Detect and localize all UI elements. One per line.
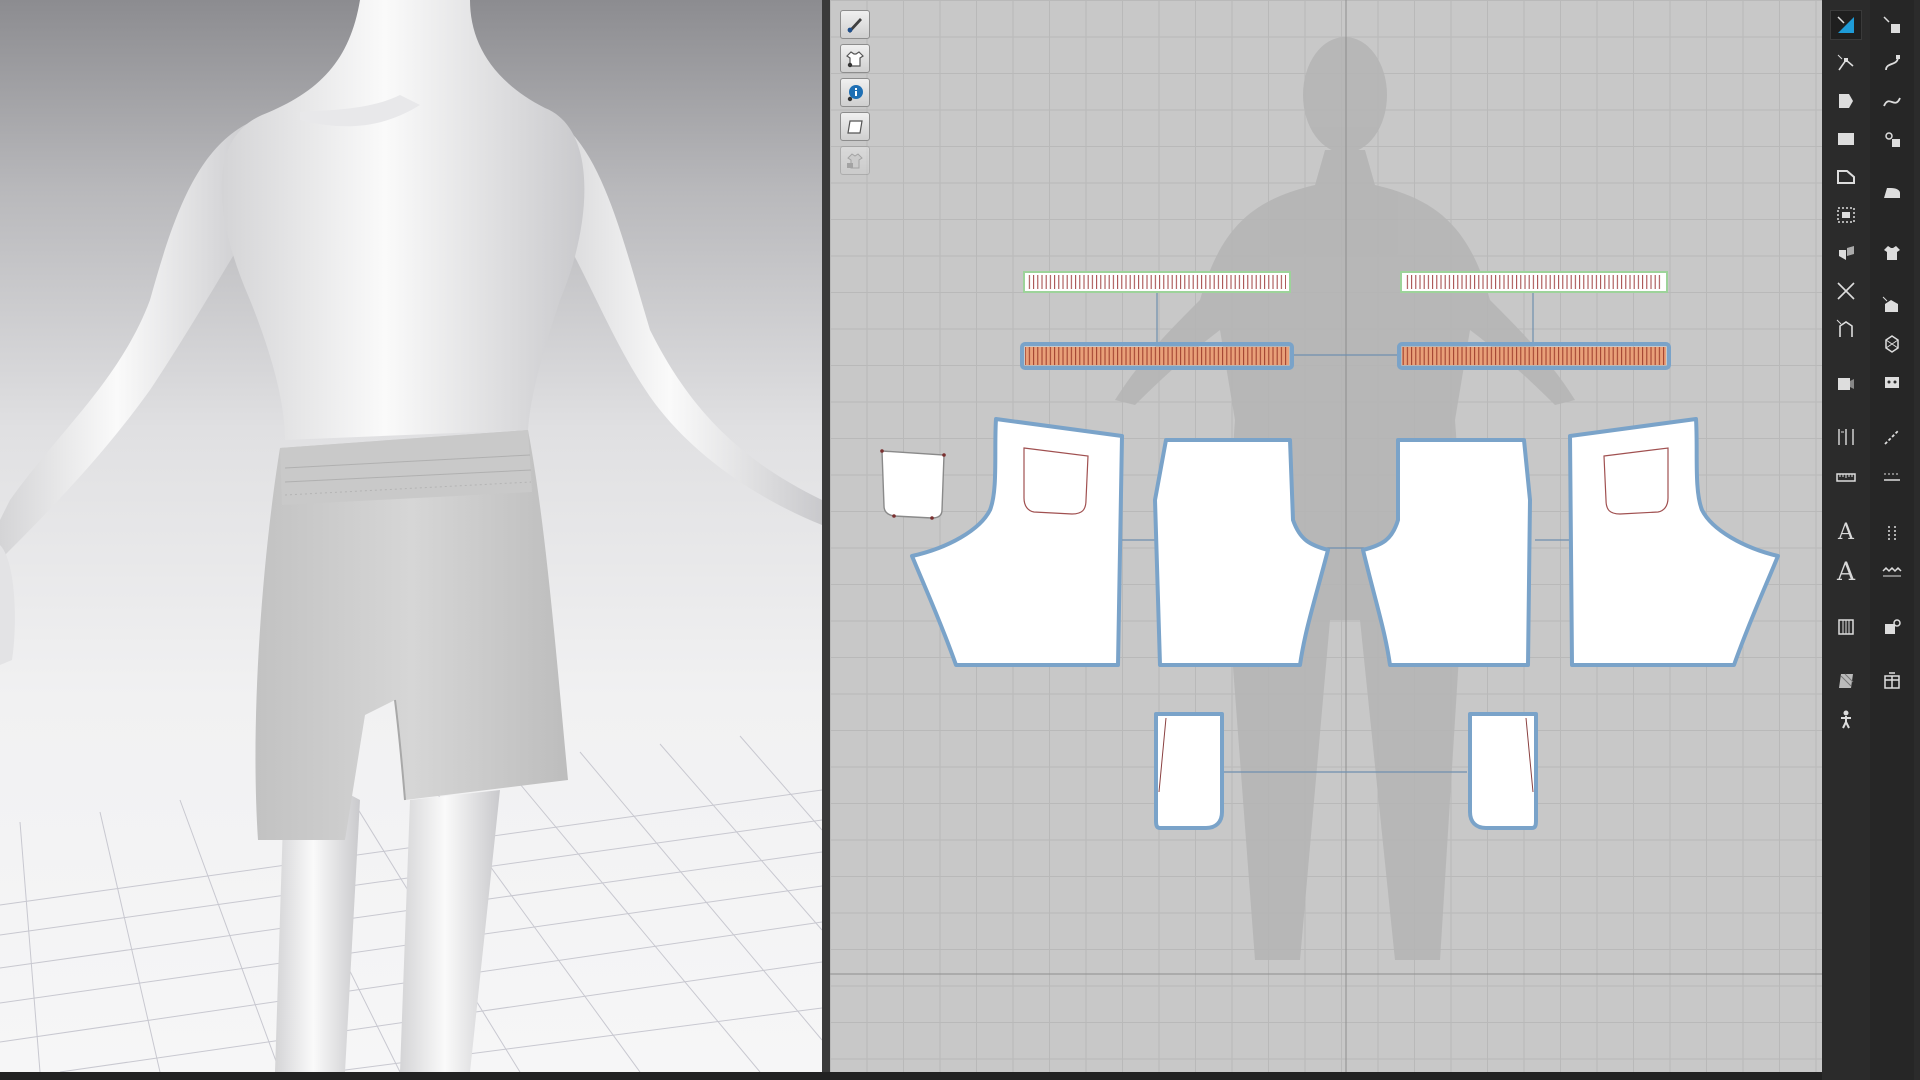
trim-icon [1884, 672, 1900, 689]
topstitch-tool[interactable] [1876, 422, 1908, 452]
waistband-binding-left [1023, 271, 1291, 293]
zigzag-tool[interactable] [1876, 556, 1908, 586]
avatar-left-arm [545, 112, 822, 525]
show-garment-icon [846, 50, 864, 67]
free-sewing-tool[interactable] [1876, 48, 1908, 78]
avatar-torso [221, 0, 585, 440]
measure-tool[interactable] [1830, 422, 1862, 452]
pattern-pocket-patch [881, 450, 945, 519]
steam-iron-icon [1884, 188, 1900, 198]
rectangle-tool[interactable] [1830, 124, 1862, 154]
text-icon: A [1836, 556, 1856, 586]
select-pattern-icon [1837, 16, 1854, 33]
waistband-left [1020, 342, 1294, 370]
pattern-pocket-bag-left [1154, 712, 1224, 830]
lock-garment-icon [847, 152, 863, 168]
internal-rectangle-tool[interactable] [1830, 200, 1862, 230]
trim-tool[interactable] [1876, 666, 1908, 696]
shorts-waistband [280, 430, 532, 505]
fabric-tool[interactable] [1830, 666, 1862, 696]
fold-arrange-icon [1839, 246, 1854, 260]
ruler-tool[interactable] [1830, 462, 1862, 492]
material-icon [1885, 619, 1901, 634]
sheet-button[interactable] [840, 112, 870, 141]
tack-icon [1885, 132, 1900, 147]
elastic-tool[interactable] [1830, 612, 1862, 642]
2d-window-toolbar [840, 10, 874, 175]
cut-tool[interactable] [1830, 276, 1862, 306]
window-splitter[interactable] [822, 0, 830, 1080]
info-icon [847, 84, 863, 101]
internal-rectangle-icon [1837, 207, 1855, 223]
polygon-tool[interactable] [1830, 162, 1862, 192]
status-bar [0, 1072, 1822, 1080]
grading-icon [1888, 526, 1896, 540]
sheet-icon [847, 119, 863, 134]
pattern-back-right [1568, 417, 1780, 667]
buttonhole-icon [1885, 377, 1899, 388]
elastic-icon [1838, 619, 1854, 635]
tool-palette-secondary [1870, 0, 1914, 1080]
tool-palette: A A [1822, 0, 1920, 1080]
avatar-right-arm [0, 118, 260, 560]
text-annotation-icon: A [1838, 520, 1854, 545]
stitch-length-icon [1884, 473, 1900, 481]
button-tool[interactable] [1876, 328, 1908, 358]
2d-pattern-window[interactable] [830, 0, 1822, 1072]
show-garment-button[interactable] [840, 44, 870, 73]
curve-tool[interactable] [1876, 86, 1908, 116]
dart-icon [1836, 319, 1853, 337]
transform-pattern-icon [1839, 94, 1853, 108]
fold-arrange-tool[interactable] [1830, 238, 1862, 268]
avatar-pose-tool[interactable] [1830, 704, 1862, 734]
text-annotation-tool[interactable]: A [1830, 518, 1862, 548]
cut-icon [1837, 282, 1855, 300]
edit-pattern-icon [1837, 54, 1854, 71]
zipper-tool[interactable] [1830, 368, 1862, 398]
show-avatar-icon [847, 17, 862, 33]
steam-iron-tool[interactable] [1876, 178, 1908, 208]
edit-pattern-tool[interactable] [1830, 48, 1862, 78]
lock-garment-button[interactable] [840, 146, 870, 175]
show-avatar-button[interactable] [840, 10, 870, 39]
measure-icon [1838, 429, 1854, 445]
tool-palette-primary: A A [1824, 0, 1868, 1080]
stitch-length-tool[interactable] [1876, 462, 1908, 492]
curve-icon [1883, 97, 1901, 107]
zipper-icon [1838, 378, 1854, 390]
avatar-pose-icon [1841, 710, 1851, 729]
buttonhole-tool[interactable] [1876, 366, 1908, 396]
puckering-tool[interactable] [1876, 290, 1908, 320]
grading-tool[interactable] [1876, 518, 1908, 548]
waistband-right [1397, 342, 1671, 370]
text-tool[interactable]: A [1830, 556, 1862, 586]
3d-window[interactable] [0, 0, 822, 1072]
zigzag-icon [1882, 566, 1902, 577]
tack-tool[interactable] [1876, 124, 1908, 154]
pattern-pocket-bag-right [1468, 712, 1538, 830]
fabric-icon [1839, 673, 1854, 688]
free-sewing-icon [1885, 55, 1900, 71]
2d-pattern-canvas [830, 0, 1822, 1072]
waistband-binding-right [1400, 271, 1668, 293]
garment-tool[interactable] [1876, 238, 1908, 268]
puckering-icon [1882, 296, 1898, 312]
garment-icon [1884, 246, 1900, 260]
topstitch-icon [1884, 429, 1900, 445]
segment-sewing-tool[interactable] [1876, 10, 1908, 40]
segment-sewing-icon [1883, 16, 1900, 33]
button-icon [1885, 335, 1899, 353]
rectangle-icon [1838, 133, 1854, 145]
dart-tool[interactable] [1830, 314, 1862, 344]
select-pattern-tool[interactable] [1830, 10, 1862, 40]
info-button[interactable] [840, 78, 870, 107]
ruler-icon [1836, 473, 1856, 482]
3d-scene [0, 0, 822, 1072]
transform-pattern-tool[interactable] [1830, 86, 1862, 116]
polygon-icon [1837, 170, 1855, 184]
material-tool[interactable] [1876, 612, 1908, 642]
